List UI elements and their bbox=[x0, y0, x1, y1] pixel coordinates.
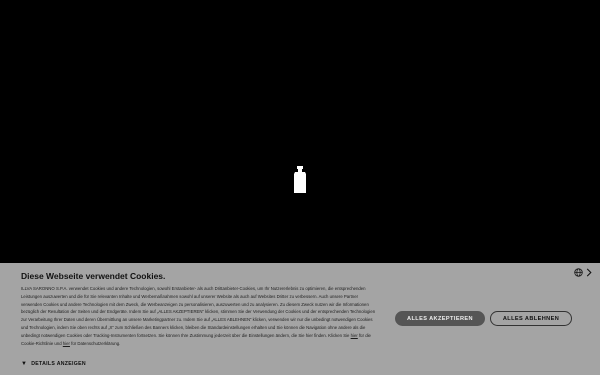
globe-icon[interactable] bbox=[574, 268, 583, 277]
cookie-policy-link[interactable]: hier bbox=[351, 333, 358, 338]
cookie-banner-text: ILLVA SARONNO S.P.A. verwendet Cookies u… bbox=[21, 285, 379, 347]
details-label: DETAILS ANZEIGEN bbox=[31, 361, 86, 367]
cookie-text-part3: für Datenschutzerklärung. bbox=[69, 340, 121, 346]
cookie-text-part1: ILLVA SARONNO S.P.A. verwendet Cookies u… bbox=[21, 286, 376, 338]
cookie-banner: Diese Webseite verwendet Cookies. ILLVA … bbox=[0, 263, 600, 375]
language-selector[interactable] bbox=[574, 268, 592, 277]
chevron-right-icon[interactable] bbox=[586, 268, 592, 277]
details-toggle[interactable]: ▼ DETAILS ANZEIGEN bbox=[21, 361, 86, 367]
accept-all-button[interactable]: ALLES AKZEPTIEREN bbox=[395, 311, 485, 326]
page-background bbox=[0, 0, 600, 263]
bottle-logo-icon bbox=[294, 166, 306, 193]
caret-down-icon: ▼ bbox=[21, 361, 28, 367]
reject-all-button[interactable]: ALLES ABLEHNEN bbox=[490, 311, 572, 326]
privacy-policy-link[interactable]: hier bbox=[63, 341, 70, 346]
cookie-banner-title: Diese Webseite verwendet Cookies. bbox=[21, 271, 166, 281]
